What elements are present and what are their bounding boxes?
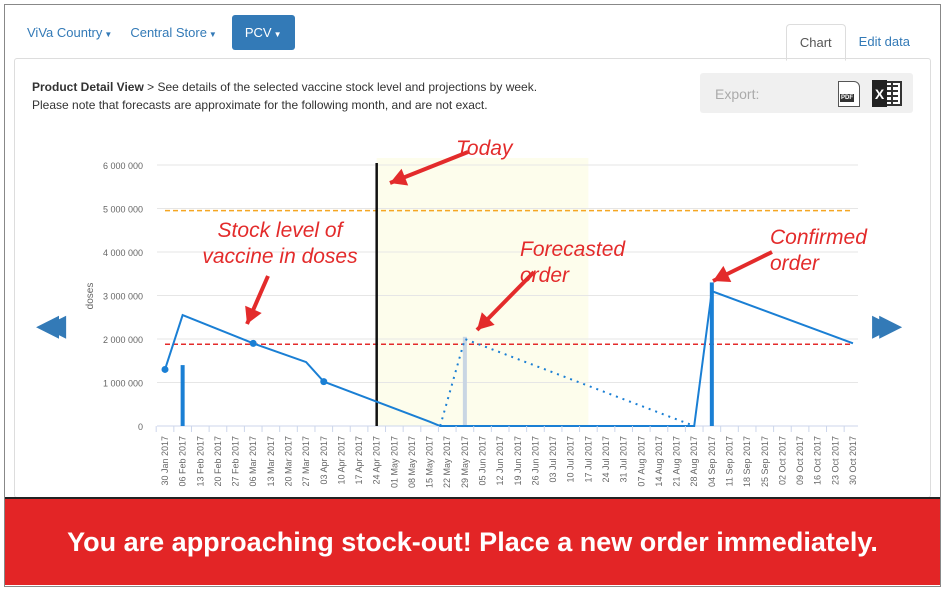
- x-tick-label: 20 Feb 2017: [213, 436, 223, 487]
- x-tick-label: 24 Jul 2017: [601, 436, 611, 483]
- x-tick-label: 16 Oct 2017: [813, 436, 823, 485]
- y-tick-label: 0: [138, 422, 143, 432]
- x-tick-label: 03 Jul 2017: [548, 436, 558, 483]
- x-tick-label: 13 Feb 2017: [195, 436, 205, 487]
- x-tick-label: 28 Aug 2017: [689, 436, 699, 487]
- x-tick-label: 12 Jun 2017: [495, 436, 505, 486]
- stockout-warning-banner: You are approaching stock-out! Place a n…: [5, 497, 940, 585]
- annotation-forecasted-order: Forecasted order: [520, 238, 626, 287]
- x-tick-label: 30 Jan 2017: [160, 436, 170, 486]
- x-tick-label: 22 May 2017: [442, 436, 452, 488]
- x-tick-label: 20 Mar 2017: [283, 436, 293, 487]
- x-tick-label: 06 Feb 2017: [178, 436, 188, 487]
- shipment-bar-past: [180, 365, 185, 426]
- x-tick-label: 13 Mar 2017: [266, 436, 276, 487]
- x-tick-label: 15 May 2017: [425, 436, 435, 488]
- x-tick-label: 01 May 2017: [389, 436, 399, 488]
- forecast-band: [376, 158, 589, 426]
- x-tick-label: 05 Jun 2017: [478, 436, 488, 486]
- x-tick-label: 14 Aug 2017: [654, 436, 664, 487]
- x-tick-label: 19 Jun 2017: [513, 436, 523, 486]
- stock-marker: [320, 378, 328, 386]
- shipment-bar-forecast: [462, 336, 467, 426]
- x-tick-label: 07 Aug 2017: [636, 436, 646, 487]
- y-tick-label: 4 000 000: [103, 248, 143, 258]
- y-tick-label: 2 000 000: [103, 335, 143, 345]
- x-tick-label: 30 Oct 2017: [848, 436, 858, 485]
- y-tick-label: 6 000 000: [103, 161, 143, 171]
- annotation-stock-level: Stock level of vaccine in doses: [202, 219, 358, 268]
- x-tick-label: 29 May 2017: [460, 436, 470, 488]
- x-tick-label: 24 Apr 2017: [372, 436, 382, 485]
- x-tick-label: 03 Apr 2017: [319, 436, 329, 485]
- annotation-confirmed-order: Confirmed order: [770, 226, 867, 275]
- x-tick-label: 10 Jul 2017: [566, 436, 576, 483]
- annotation-today: Today: [456, 137, 513, 160]
- x-tick-label: 27 Mar 2017: [301, 436, 311, 487]
- x-tick-label: 25 Sep 2017: [760, 436, 770, 487]
- x-tick-label: 26 Jun 2017: [530, 436, 540, 486]
- banner-text: You are approaching stock-out! Place a n…: [67, 526, 878, 557]
- x-tick-label: 04 Sep 2017: [707, 436, 717, 487]
- x-tick-label: 17 Apr 2017: [354, 436, 364, 485]
- y-tick-label: 1 000 000: [103, 379, 143, 389]
- x-tick-label: 23 Oct 2017: [830, 436, 840, 485]
- x-tick-label: 09 Oct 2017: [795, 436, 805, 485]
- y-tick-label: 3 000 000: [103, 292, 143, 302]
- x-tick-label: 27 Feb 2017: [231, 436, 241, 487]
- x-tick-label: 08 May 2017: [407, 436, 417, 488]
- stock-marker: [249, 339, 257, 347]
- x-tick-label: 31 Jul 2017: [619, 436, 629, 483]
- x-tick-label: 21 Aug 2017: [672, 436, 682, 487]
- x-tick-label: 06 Mar 2017: [248, 436, 258, 487]
- x-tick-label: 11 Sep 2017: [724, 436, 734, 486]
- y-axis-label: doses: [85, 283, 96, 310]
- x-tick-label: 17 Jul 2017: [583, 436, 593, 483]
- x-tick-label: 10 Apr 2017: [336, 436, 346, 485]
- x-tick-label: 18 Sep 2017: [742, 436, 752, 487]
- stock-marker: [161, 365, 169, 373]
- x-tick-label: 02 Oct 2017: [777, 436, 787, 485]
- y-tick-label: 5 000 000: [103, 205, 143, 215]
